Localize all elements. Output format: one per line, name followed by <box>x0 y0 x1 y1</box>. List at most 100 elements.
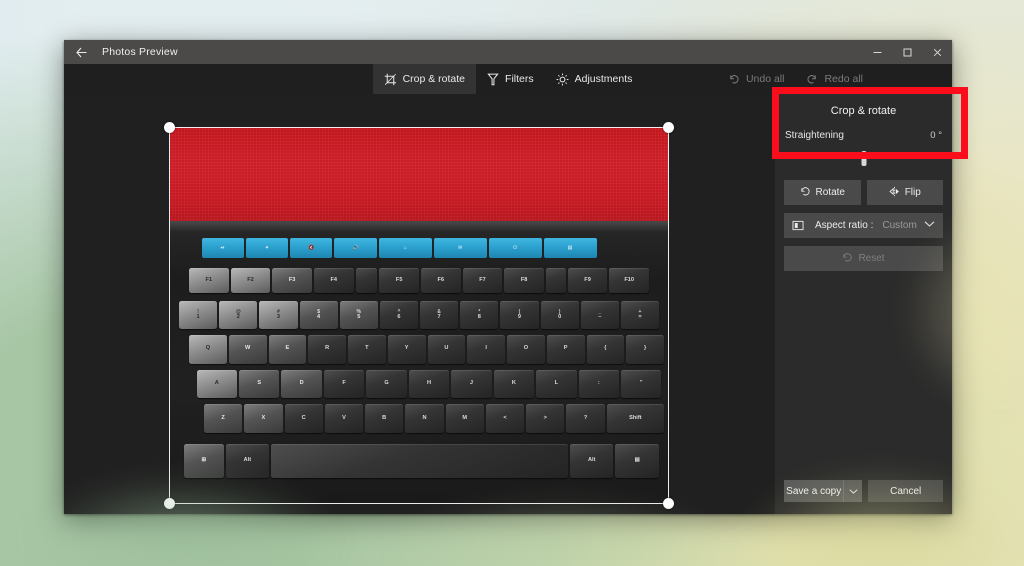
photo-key: Q <box>189 335 227 364</box>
photo-key: > <box>526 404 565 434</box>
photo-media-key: 🔊 <box>334 238 377 258</box>
photo-key: E <box>268 335 307 364</box>
save-options-chevron-down-icon[interactable] <box>843 480 863 502</box>
filters-icon <box>487 73 499 86</box>
photo-key: ^ 6 <box>379 301 419 330</box>
aspect-ratio-dropdown[interactable]: Aspect ratio : Custom <box>784 213 943 238</box>
reset-label: Reset <box>858 253 885 264</box>
rotate-label: Rotate <box>815 187 845 198</box>
photo-key: { <box>586 335 625 364</box>
photo-number-row: ! 1 @2 #3 $4% 5 ^ 6 & 7 * 8(9) 0 _ – + = <box>179 301 660 330</box>
photo-key: J <box>451 369 492 399</box>
crop-rotate-icon <box>384 73 397 86</box>
save-a-copy-group: Save a copy <box>784 480 863 502</box>
photo-key: F8 <box>504 268 544 294</box>
adjustments-icon <box>556 73 569 86</box>
photo-key: W <box>228 335 267 364</box>
photo-key: F2 <box>230 268 271 294</box>
photo-key: + = <box>620 301 660 330</box>
photo-key: G <box>366 369 407 399</box>
reset-button[interactable]: Reset <box>784 246 943 271</box>
photo-key: A <box>196 369 237 399</box>
cancel-button[interactable]: Cancel <box>868 480 943 502</box>
panel-title: Crop & rotate <box>830 105 897 117</box>
straightening-value: 0 ° <box>930 130 942 141</box>
photo-key: (9 <box>500 301 539 330</box>
window-controls <box>862 40 952 64</box>
undo-icon <box>728 73 740 85</box>
photo-key: T <box>348 335 386 364</box>
aspect-ratio-label: Aspect ratio : <box>815 220 874 231</box>
photo-key: ⊞ <box>184 443 224 478</box>
photo-key: @2 <box>219 301 258 330</box>
photo-key: " <box>621 369 662 399</box>
photo-key <box>545 268 566 294</box>
save-a-copy-button[interactable]: Save a copy <box>784 480 844 502</box>
photo-key: Alt <box>225 443 270 478</box>
photo-key: H <box>408 369 450 399</box>
photo-red-cloth <box>169 127 669 229</box>
photo-key <box>271 443 568 478</box>
undo-all-label: Undo all <box>745 73 785 85</box>
photo-key: ) 0 <box>540 301 579 330</box>
photo-key: V <box>324 404 364 434</box>
back-arrow-icon[interactable] <box>64 40 98 64</box>
photo-key: K <box>493 369 535 399</box>
photo-media-key: ✦ <box>245 238 289 258</box>
flip-button[interactable]: Flip <box>866 180 943 205</box>
photo-key: U <box>427 335 466 364</box>
photo-key: & 7 <box>420 301 459 330</box>
photo-key: F3 <box>272 268 312 294</box>
photo-key: _ – <box>580 301 619 330</box>
photo-key: D <box>281 369 322 399</box>
tab-filters[interactable]: Filters <box>476 64 545 94</box>
photo-key: ? <box>566 404 605 434</box>
rotate-button[interactable]: Rotate <box>784 180 861 205</box>
photo-media-key-strip: ⏯ ✦ 🔇 🔊 ⌂ ✉ ⏻ ▤ <box>201 238 597 258</box>
photo-space-row: ⊞ Alt Alt ▤ <box>184 443 659 478</box>
photo-key: F4 <box>313 268 354 294</box>
photo-key: X <box>244 404 283 434</box>
tab-adjustments[interactable]: Adjustments <box>545 64 644 94</box>
photo-media-key: ✉ <box>433 238 487 258</box>
photo-key: R <box>308 335 346 364</box>
straightening-slider[interactable] <box>786 151 941 167</box>
photo-bottom-row: Z X C V B N M < >? Shift <box>204 404 665 434</box>
photo-key: F9 <box>567 268 608 294</box>
photo-key <box>355 268 378 294</box>
photo-key: Shift <box>606 404 665 434</box>
image-canvas[interactable]: ⏯ ✦ 🔇 🔊 ⌂ ✉ ⏻ ▤ F1 F2 F3 F4 F5 F6 F7 F8 F9 F10 ! 1 @2 #3 $4%… <box>64 94 775 514</box>
photo-key: % 5 <box>339 301 378 330</box>
maximize-icon[interactable] <box>892 40 922 64</box>
photo-key: < <box>485 404 525 434</box>
aspect-ratio-value: Custom <box>882 220 917 231</box>
photo-key: S <box>238 369 280 399</box>
flip-label: Flip <box>904 187 921 198</box>
photo-keyboard-top-edge <box>169 221 669 232</box>
photo-media-key: ▤ <box>543 238 597 258</box>
photo-key: F7 <box>462 268 503 294</box>
photo-key: #3 <box>259 301 298 330</box>
tab-adjustments-label: Adjustments <box>574 73 633 85</box>
photo-key: $4 <box>299 301 338 330</box>
straightening-label: Straightening <box>785 130 844 141</box>
photo-key: Alt <box>569 443 614 478</box>
photo-key: ▤ <box>615 443 659 478</box>
title-bar: Photos Preview <box>64 40 952 64</box>
photo-key: ! 1 <box>179 301 218 330</box>
straightening-row: Straightening 0 ° <box>784 130 943 141</box>
photo-key: Z <box>204 404 243 434</box>
flip-icon <box>889 186 900 200</box>
slider-thumb[interactable] <box>861 151 866 166</box>
redo-icon <box>806 73 818 85</box>
photo-key: } <box>626 335 664 364</box>
photo-key: * 8 <box>460 301 499 330</box>
photo-key: F5 <box>379 268 419 294</box>
close-icon[interactable] <box>922 40 952 64</box>
minimize-icon[interactable] <box>862 40 892 64</box>
undo-all-button[interactable]: Undo all <box>717 64 796 94</box>
undo-redo-group: Undo all Redo all <box>717 64 874 94</box>
tab-crop-and-rotate[interactable]: Crop & rotate <box>372 64 477 94</box>
photos-app-window: Photos Preview Crop & rotate Filters Adj… <box>64 40 952 514</box>
redo-all-button[interactable]: Redo all <box>795 64 874 94</box>
